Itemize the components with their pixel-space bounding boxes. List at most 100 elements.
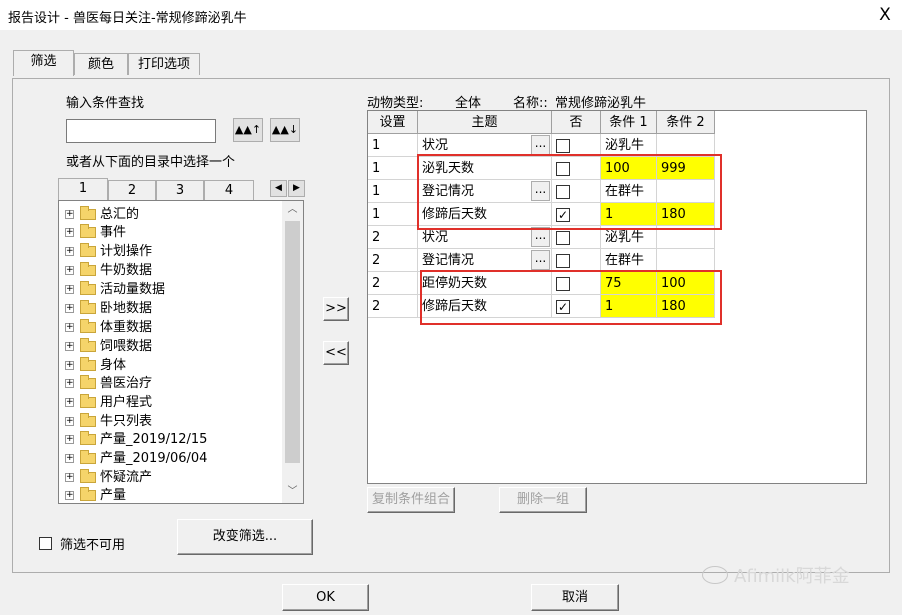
negate-checkbox[interactable]: [556, 139, 570, 153]
tree-item[interactable]: + 牛只列表: [65, 412, 152, 431]
expand-icon[interactable]: +: [65, 304, 74, 313]
expand-icon[interactable]: +: [65, 361, 74, 370]
close-button[interactable]: X: [872, 2, 898, 28]
tree-item[interactable]: + 活动量数据: [65, 280, 165, 299]
catalog-label: 或者从下面的目录中选择一个: [66, 155, 236, 170]
expand-icon[interactable]: +: [65, 398, 74, 407]
subtab-3-label: 3: [175, 183, 185, 198]
tree-item-label: 事件: [100, 225, 127, 240]
expand-icon[interactable]: +: [65, 473, 74, 482]
tree-item[interactable]: + 总汇的: [65, 205, 139, 224]
tree-item[interactable]: + 兽医治疗: [65, 374, 152, 393]
cell-set: 2: [368, 226, 418, 249]
tree-item[interactable]: + 体重数据: [65, 318, 152, 337]
tree-item-label: 身体: [100, 358, 127, 373]
tree-item[interactable]: + 产量: [65, 486, 126, 503]
expand-icon[interactable]: +: [65, 228, 74, 237]
ellipsis-button[interactable]: ...: [531, 250, 550, 270]
scroll-up-icon[interactable]: ︿: [282, 201, 303, 219]
folder-icon: [80, 300, 96, 314]
cell-set: 2: [368, 295, 418, 318]
subtab-1-label: 1: [78, 181, 88, 196]
filter-disabled-label: 筛选不可用: [60, 538, 126, 553]
tree-item[interactable]: + 事件: [65, 223, 126, 242]
folder-icon: [80, 413, 96, 427]
expand-icon[interactable]: +: [65, 323, 74, 332]
ellipsis-button[interactable]: ...: [531, 227, 550, 247]
tree-item[interactable]: + 卧地数据: [65, 299, 152, 318]
expand-icon[interactable]: +: [65, 342, 74, 351]
tree-item-label: 牛只列表: [100, 414, 153, 429]
subtab-scroll-left-button[interactable]: ◀: [270, 180, 287, 197]
folder-icon: [80, 357, 96, 371]
tree-item-label: 活动量数据: [100, 282, 166, 297]
tree-scrollbar[interactable]: ︿ ﹀: [282, 201, 303, 503]
title-bar: 报告设计 - 兽医每日关注-常规修蹄泌乳牛 X: [0, 0, 902, 30]
folder-icon: [80, 206, 96, 220]
change-filter-button[interactable]: 改变筛选...: [177, 519, 313, 555]
expand-icon[interactable]: +: [65, 454, 74, 463]
folder-icon: [80, 394, 96, 408]
category-tree[interactable]: + 总汇的 + 事件 + 计划操作 + 牛奶数据 + 活动量数据 + 卧地数据 + 体重数据 …: [58, 200, 304, 504]
expand-icon[interactable]: +: [65, 210, 74, 219]
cancel-button[interactable]: 取消: [531, 584, 619, 611]
expand-icon[interactable]: +: [65, 379, 74, 388]
expand-icon[interactable]: +: [65, 491, 74, 500]
expand-icon[interactable]: +: [65, 247, 74, 256]
subtab-4[interactable]: 4: [204, 180, 254, 200]
subtab-1[interactable]: 1: [58, 178, 108, 200]
ellipsis-button[interactable]: ...: [531, 135, 550, 155]
tab-color[interactable]: 颜色: [74, 53, 128, 75]
folder-icon: [80, 450, 96, 464]
col-header-set: 设置: [368, 111, 418, 134]
copy-group-button[interactable]: 复制条件组合: [367, 487, 455, 513]
find-down-button[interactable]: ▲▲↓: [270, 118, 300, 142]
tree-item-label: 产量_2019/12/15: [100, 432, 208, 447]
cell-cond1[interactable]: 在群牛: [601, 249, 657, 272]
expand-icon[interactable]: +: [65, 285, 74, 294]
cell-cond2[interactable]: [657, 249, 715, 272]
search-input[interactable]: [66, 119, 216, 143]
delete-group-button[interactable]: 删除一组: [499, 487, 587, 513]
tree-item-label: 牛奶数据: [100, 263, 153, 278]
tree-item[interactable]: + 身体: [65, 356, 126, 375]
tree-item[interactable]: + 牛奶数据: [65, 261, 152, 280]
tree-item[interactable]: + 产量_2019/06/04: [65, 449, 207, 468]
add-condition-label: >>: [325, 301, 347, 316]
tree-item[interactable]: + 饲喂数据: [65, 337, 152, 356]
annotation-box: [420, 270, 722, 325]
subtab-3[interactable]: 3: [156, 180, 204, 200]
add-condition-button[interactable]: >>: [323, 297, 349, 321]
scroll-down-icon[interactable]: ﹀: [282, 483, 303, 501]
find-up-button[interactable]: ▲▲↑: [233, 118, 263, 142]
filter-disabled-checkbox[interactable]: [39, 537, 52, 550]
close-icon: X: [879, 5, 891, 25]
expand-icon[interactable]: +: [65, 266, 74, 275]
tab-print-options[interactable]: 打印选项: [128, 53, 200, 75]
tree-item-label: 饲喂数据: [100, 339, 153, 354]
watermark: Afimilk阿菲金: [734, 566, 850, 587]
col-header-subject: 主题: [418, 111, 552, 134]
tab-filter-label: 筛选: [30, 54, 57, 69]
tab-filter[interactable]: 筛选: [13, 50, 74, 76]
subtab-2[interactable]: 2: [108, 180, 156, 200]
tree-item[interactable]: + 计划操作: [65, 242, 152, 261]
negate-checkbox[interactable]: [556, 231, 570, 245]
scroll-thumb[interactable]: [285, 221, 300, 463]
window-title: 报告设计 - 兽医每日关注-常规修蹄泌乳牛: [8, 11, 247, 26]
remove-condition-label: <<: [325, 345, 347, 360]
expand-icon[interactable]: +: [65, 417, 74, 426]
folder-icon: [80, 224, 96, 238]
negate-checkbox[interactable]: [556, 254, 570, 268]
tree-item[interactable]: + 产量_2019/12/15: [65, 430, 207, 449]
subtab-scroll-right-button[interactable]: ▶: [288, 180, 305, 197]
annotation-box: [417, 154, 722, 230]
binoculars-up-icon: ▲▲↑: [234, 123, 262, 136]
ok-button[interactable]: OK: [282, 584, 369, 611]
tree-item[interactable]: + 用户程式: [65, 393, 152, 412]
folder-icon: [80, 469, 96, 483]
remove-condition-button[interactable]: <<: [323, 341, 349, 365]
cell-set: 2: [368, 272, 418, 295]
tree-item[interactable]: + 怀疑流产: [65, 468, 152, 487]
expand-icon[interactable]: +: [65, 435, 74, 444]
